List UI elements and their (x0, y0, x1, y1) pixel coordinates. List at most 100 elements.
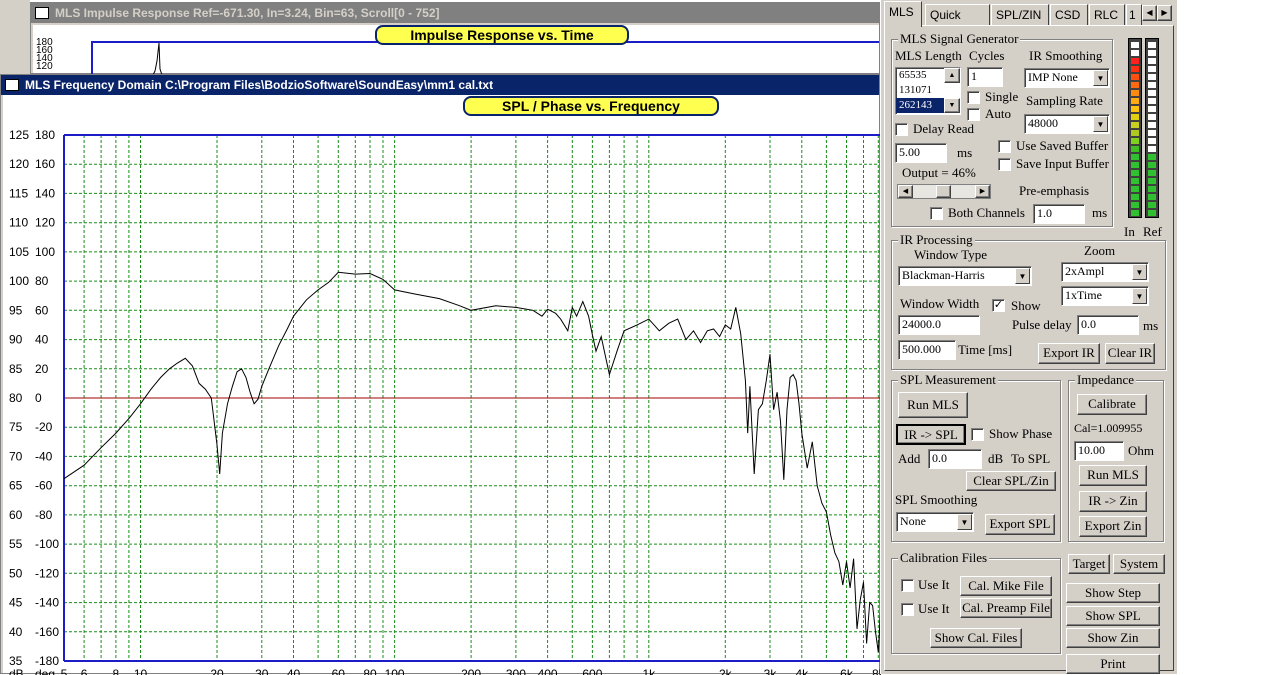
meter-in-label: In (1124, 224, 1135, 239)
output-slider-left[interactable]: ◀ (898, 185, 913, 198)
cal-preamp-file-button[interactable]: Cal. Preamp File (960, 598, 1052, 618)
use-mike-cal-checkbox[interactable] (901, 579, 914, 592)
meter-segment (1131, 170, 1139, 176)
export-ir-button[interactable]: Export IR (1038, 343, 1100, 364)
show-phase-checkbox[interactable] (971, 428, 984, 441)
tab-quick-spl[interactable]: Quick SPL (925, 4, 990, 43)
target-button[interactable]: Target (1068, 554, 1110, 574)
mls-length-scroll-up[interactable]: ▲ (944, 68, 960, 83)
meter-segment (1148, 186, 1156, 192)
spl-phase-chart[interactable]: 125 180 120 160 115 140 110 120 105 100 100 80 95 60 9… (1, 95, 881, 675)
meter-segment (1131, 138, 1139, 144)
chevron-down-icon[interactable]: ▼ (1132, 264, 1147, 280)
ir-to-spl-button[interactable]: IR -> SPL (896, 424, 966, 445)
show-step-button[interactable]: Show Step (1066, 583, 1160, 603)
y-tick-deg: -180 (35, 654, 59, 668)
show-zin-button[interactable]: Show Zin (1066, 628, 1160, 648)
use-preamp-cal-checkbox[interactable] (901, 603, 914, 616)
clear-ir-button[interactable]: Clear IR (1105, 343, 1155, 364)
y-tick-db: 75 (9, 420, 23, 434)
meter-segment (1148, 106, 1156, 112)
ir-to-zin-button[interactable]: IR -> Zin (1079, 491, 1147, 512)
y-tick-db: 125 (9, 128, 29, 142)
window-width-input[interactable]: 24000.0 (898, 315, 980, 335)
meter-segment (1148, 138, 1156, 144)
export-zin-button[interactable]: Export Zin (1079, 516, 1147, 537)
mls-length-scroll-down[interactable]: ▼ (944, 98, 960, 113)
show-spl-button[interactable]: Show SPL (1066, 606, 1160, 626)
impedance-run-mls-button[interactable]: Run MLS (1079, 465, 1147, 486)
save-input-buffer-checkbox[interactable] (998, 158, 1011, 171)
system-button[interactable]: System (1113, 554, 1165, 574)
chevron-down-icon[interactable]: ▼ (1093, 116, 1108, 132)
calibrate-button[interactable]: Calibrate (1077, 394, 1147, 415)
time-input[interactable]: 500.000 (898, 340, 956, 360)
export-spl-button[interactable]: Export SPL (985, 514, 1055, 535)
cycles-input[interactable]: 1 (967, 67, 1003, 87)
y-tick-db: 35 (9, 654, 23, 668)
tab-more[interactable]: 1 (1126, 4, 1142, 25)
print-button[interactable]: Print (1066, 654, 1160, 674)
clear-spl-zin-button[interactable]: Clear SPL/Zin (966, 471, 1056, 491)
pulse-delay-input[interactable]: 0.0 (1077, 315, 1139, 335)
auto-checkbox[interactable] (967, 108, 980, 121)
meter-segment (1131, 66, 1139, 72)
y-tick-deg: -100 (35, 537, 59, 551)
chevron-down-icon[interactable]: ▼ (1093, 70, 1108, 86)
meter-segment (1148, 210, 1156, 216)
mls-signal-generator-label: MLS Signal Generator (898, 31, 1021, 47)
show-cal-files-button[interactable]: Show Cal. Files (930, 628, 1022, 648)
y-tick-deg: 0 (35, 391, 42, 405)
single-checkbox[interactable] (967, 91, 980, 104)
impedance-label: Impedance (1075, 372, 1137, 388)
spl-smoothing-select[interactable]: None ▼ (896, 512, 974, 532)
use-saved-buffer-label: Use Saved Buffer (1016, 138, 1109, 153)
tab-rlc[interactable]: RLC (1089, 4, 1125, 25)
meter-segment (1148, 202, 1156, 208)
save-input-buffer-label: Save Input Buffer (1016, 156, 1109, 171)
app-icon (35, 7, 49, 19)
y-tick-deg: -140 (35, 596, 59, 610)
ir-smoothing-select[interactable]: IMP None ▼ (1024, 68, 1110, 88)
add-db-input[interactable]: 0.0 (928, 449, 982, 469)
chevron-down-icon[interactable]: ▼ (957, 514, 972, 530)
spl-curve (63, 271, 881, 653)
cal-mike-file-button[interactable]: Cal. Mike File (960, 576, 1052, 596)
both-channels-checkbox[interactable] (930, 207, 943, 220)
cycles-label: Cycles (969, 48, 1005, 63)
show-checkbox[interactable]: ✓ (992, 299, 1005, 312)
zoom-time-select[interactable]: 1xTime ▼ (1061, 286, 1149, 306)
tab-scroll-right[interactable]: ▶ (1157, 5, 1172, 21)
y-tick-deg: -120 (35, 566, 59, 580)
input-level-meter (1128, 38, 1142, 218)
pre-emphasis-unit: ms (1092, 205, 1108, 220)
sampling-rate-select[interactable]: 48000 ▼ (1024, 114, 1110, 134)
chevron-down-icon[interactable]: ▼ (1015, 268, 1030, 284)
impulse-response-window[interactable]: MLS Impulse Response Ref=-671.30, In=3.2… (30, 2, 880, 79)
ohm-input[interactable]: 10.00 (1074, 441, 1124, 461)
y-tick-deg: 20 (35, 362, 49, 376)
meter-segment (1131, 50, 1139, 56)
meter-segment (1148, 146, 1156, 152)
window-type-select[interactable]: Blackman-Harris ▼ (898, 266, 1032, 286)
run-mls-button[interactable]: Run MLS (898, 392, 968, 418)
output-slider-right[interactable]: ▶ (975, 185, 990, 198)
tab-mls[interactable]: MLS (884, 1, 922, 27)
frequency-domain-window[interactable]: MLS Frequency Domain C:\Program Files\Bo… (0, 74, 881, 675)
tab-scroll-left[interactable]: ◀ (1142, 5, 1157, 21)
delay-input[interactable]: 5.00 (895, 143, 947, 163)
output-slider[interactable]: ◀ ▶ (897, 184, 991, 199)
mls-length-option-1[interactable]: 131071 (896, 83, 960, 98)
frequency-window-titlebar[interactable]: MLS Frequency Domain C:\Program Files\Bo… (1, 75, 879, 95)
output-slider-thumb[interactable] (936, 185, 951, 198)
impulse-window-titlebar[interactable]: MLS Impulse Response Ref=-671.30, In=3.2… (31, 3, 879, 23)
zoom-ampl-select[interactable]: 2xAmpl ▼ (1061, 262, 1149, 282)
tab-spl-zin[interactable]: SPL/ZIN (991, 4, 1049, 25)
tab-csd[interactable]: CSD (1050, 4, 1088, 25)
delay-read-checkbox[interactable] (895, 123, 908, 136)
chevron-down-icon[interactable]: ▼ (1132, 288, 1147, 304)
use-saved-buffer-checkbox[interactable] (998, 140, 1011, 153)
reference-level-meter (1145, 38, 1159, 218)
y-tick-db: 115 (9, 186, 28, 200)
pre-emphasis-input[interactable]: 1.0 (1033, 204, 1085, 224)
